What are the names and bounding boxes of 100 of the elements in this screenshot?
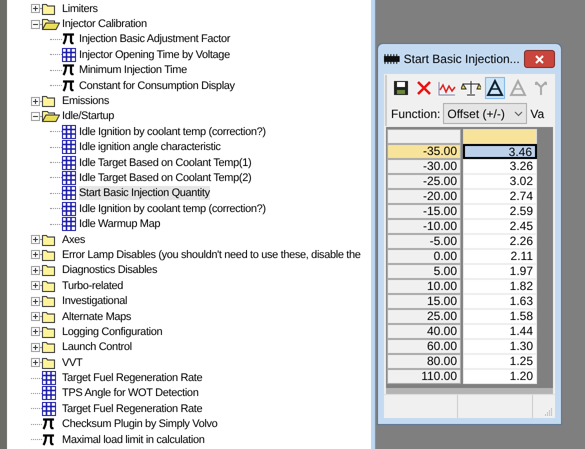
tree-item[interactable]: Alternate Maps bbox=[62, 310, 132, 324]
table-cell[interactable]: 3.26 bbox=[463, 159, 537, 174]
tree-item[interactable]: Idle Warmup Map bbox=[79, 217, 160, 232]
table-cell[interactable]: 1.30 bbox=[463, 339, 537, 354]
folder-icon bbox=[42, 280, 55, 292]
row-header-cell: 80.00 bbox=[387, 354, 461, 370]
folder-icon bbox=[42, 356, 55, 369]
table-cell[interactable]: 1.20 bbox=[463, 369, 537, 384]
folder-icon bbox=[42, 248, 55, 261]
chip-icon bbox=[384, 54, 400, 64]
tree-item[interactable]: Error Lamp Disables (you shouldn't need to use these, disable the bbox=[62, 248, 361, 262]
tree-item[interactable]: Constant for Consumption Display bbox=[79, 78, 235, 93]
tree-item[interactable]: Minimum Injection Time bbox=[79, 63, 187, 78]
table-icon bbox=[42, 386, 56, 400]
table-cell[interactable]: 1.44 bbox=[463, 324, 537, 340]
pi-icon bbox=[62, 64, 75, 76]
tree-item[interactable]: Injector Opening Time by Voltage bbox=[79, 48, 230, 62]
folder-icon bbox=[42, 2, 55, 15]
expand-toggle[interactable] bbox=[31, 4, 40, 14]
tree-item[interactable]: VVT bbox=[62, 356, 82, 370]
collapse-toggle[interactable] bbox=[31, 112, 40, 121]
folder-icon bbox=[42, 295, 55, 308]
folder-icon bbox=[42, 341, 55, 354]
tree-item[interactable]: Target Fuel Regeneration Rate bbox=[62, 371, 202, 386]
table-cell[interactable]: 1.82 bbox=[463, 279, 537, 294]
tree-item[interactable]: Logging Configuration bbox=[62, 324, 162, 339]
close-button[interactable] bbox=[524, 50, 555, 68]
expand-toggle[interactable] bbox=[31, 281, 40, 290]
row-header-cell: 10.00 bbox=[387, 279, 461, 294]
expand-toggle[interactable] bbox=[31, 96, 40, 106]
row-header-cell: 5.00 bbox=[387, 264, 461, 280]
row-header-cell: -35.00 bbox=[387, 144, 461, 160]
expand-toggle[interactable] bbox=[31, 358, 40, 368]
close-icon bbox=[416, 80, 432, 96]
pi-icon bbox=[62, 33, 75, 46]
tree-item[interactable]: Diagnostics Disables bbox=[62, 263, 158, 278]
tree-item[interactable]: Idle/Startup bbox=[62, 109, 114, 124]
tree-item[interactable]: Limiters bbox=[62, 2, 98, 16]
table-cell[interactable]: 2.74 bbox=[463, 189, 537, 204]
window-title: Start Basic Injection... bbox=[404, 51, 520, 68]
table-cell[interactable]: 3.46 bbox=[463, 144, 537, 160]
tree-item[interactable]: Emissions bbox=[62, 94, 109, 108]
expand-toggle[interactable] bbox=[31, 327, 40, 336]
resize-grip-icon bbox=[545, 408, 553, 416]
row-header-cell: 110.00 bbox=[387, 369, 461, 384]
table-icon bbox=[62, 156, 76, 170]
function-dropdown[interactable]: Offset (+/-) bbox=[443, 103, 528, 124]
tree-item[interactable]: Idle Ignition by coolant temp (correction?) bbox=[79, 202, 266, 216]
row-header-cell: 0.00 bbox=[387, 249, 461, 264]
row-header-cell: 60.00 bbox=[387, 339, 461, 354]
table-cell[interactable]: 2.45 bbox=[463, 219, 537, 234]
open-folder-icon bbox=[42, 110, 60, 122]
table-cell[interactable]: 1.25 bbox=[463, 354, 537, 370]
row-header-cell: -15.00 bbox=[387, 204, 461, 220]
table-icon bbox=[42, 402, 56, 416]
tree-item[interactable]: Launch Control bbox=[62, 340, 132, 354]
expand-toggle[interactable] bbox=[31, 342, 40, 352]
tree-item[interactable]: Axes bbox=[62, 232, 86, 247]
table-cell[interactable]: 1.63 bbox=[463, 294, 537, 310]
tree-item[interactable]: Injector Calibration bbox=[62, 17, 147, 32]
tree-item[interactable]: Idle Target Based on Coolant Temp(2) bbox=[79, 170, 252, 185]
expand-toggle[interactable] bbox=[31, 266, 40, 275]
chevron-down-icon bbox=[514, 110, 524, 117]
table-icon bbox=[62, 140, 76, 154]
tree-item[interactable]: Injection Basic Adjustment Factor bbox=[79, 32, 230, 46]
tree-item[interactable]: Idle ignition angle characteristic bbox=[79, 140, 221, 154]
expand-toggle[interactable] bbox=[31, 250, 40, 260]
tree-item[interactable]: Maximal load limit in calculation bbox=[62, 432, 205, 447]
table-cell[interactable]: 2.59 bbox=[463, 204, 537, 220]
row-header-cell: -5.00 bbox=[387, 234, 461, 250]
table-cell[interactable]: 3.02 bbox=[463, 174, 537, 190]
tree-item[interactable]: Idle Ignition by coolant temp (correction?) bbox=[79, 124, 266, 139]
tree-item[interactable]: Investigational bbox=[62, 294, 128, 308]
table-cell[interactable]: 1.97 bbox=[463, 264, 537, 280]
expand-toggle[interactable] bbox=[31, 296, 40, 306]
tree-item[interactable]: Turbo-related bbox=[62, 278, 124, 293]
collapse-toggle[interactable] bbox=[31, 20, 40, 29]
table-cell[interactable]: 2.11 bbox=[463, 249, 537, 264]
expand-toggle[interactable] bbox=[31, 312, 40, 321]
tree-item[interactable]: Target Fuel Regeneration Rate bbox=[62, 402, 202, 416]
tree-item[interactable]: TPS Angle for WOT Detection bbox=[62, 386, 198, 400]
pi-icon bbox=[42, 418, 55, 430]
tree-item[interactable]: Idle Target Based on Coolant Temp(1) bbox=[79, 156, 252, 170]
table-cell[interactable]: 2.26 bbox=[463, 234, 537, 250]
tree-item[interactable]: Start Basic Injection Quantity bbox=[79, 186, 210, 200]
scale-icon bbox=[461, 80, 481, 96]
value-label: Va bbox=[530, 106, 544, 123]
toolbar-button[interactable] bbox=[485, 76, 505, 99]
pi-icon bbox=[42, 434, 55, 446]
row-header-cell: 15.00 bbox=[387, 294, 461, 310]
row-header-cell: 25.00 bbox=[387, 309, 461, 324]
table-cell[interactable]: 1.58 bbox=[463, 309, 537, 324]
table-icon bbox=[62, 186, 76, 200]
row-header-cell: -30.00 bbox=[387, 159, 461, 174]
tree-item[interactable]: Checksum Plugin by Simply Volvo bbox=[62, 417, 218, 432]
folder-icon bbox=[42, 326, 55, 338]
table-icon bbox=[62, 202, 76, 216]
folder-icon bbox=[42, 310, 55, 322]
expand-toggle[interactable] bbox=[31, 235, 40, 244]
folder-icon bbox=[42, 95, 55, 108]
